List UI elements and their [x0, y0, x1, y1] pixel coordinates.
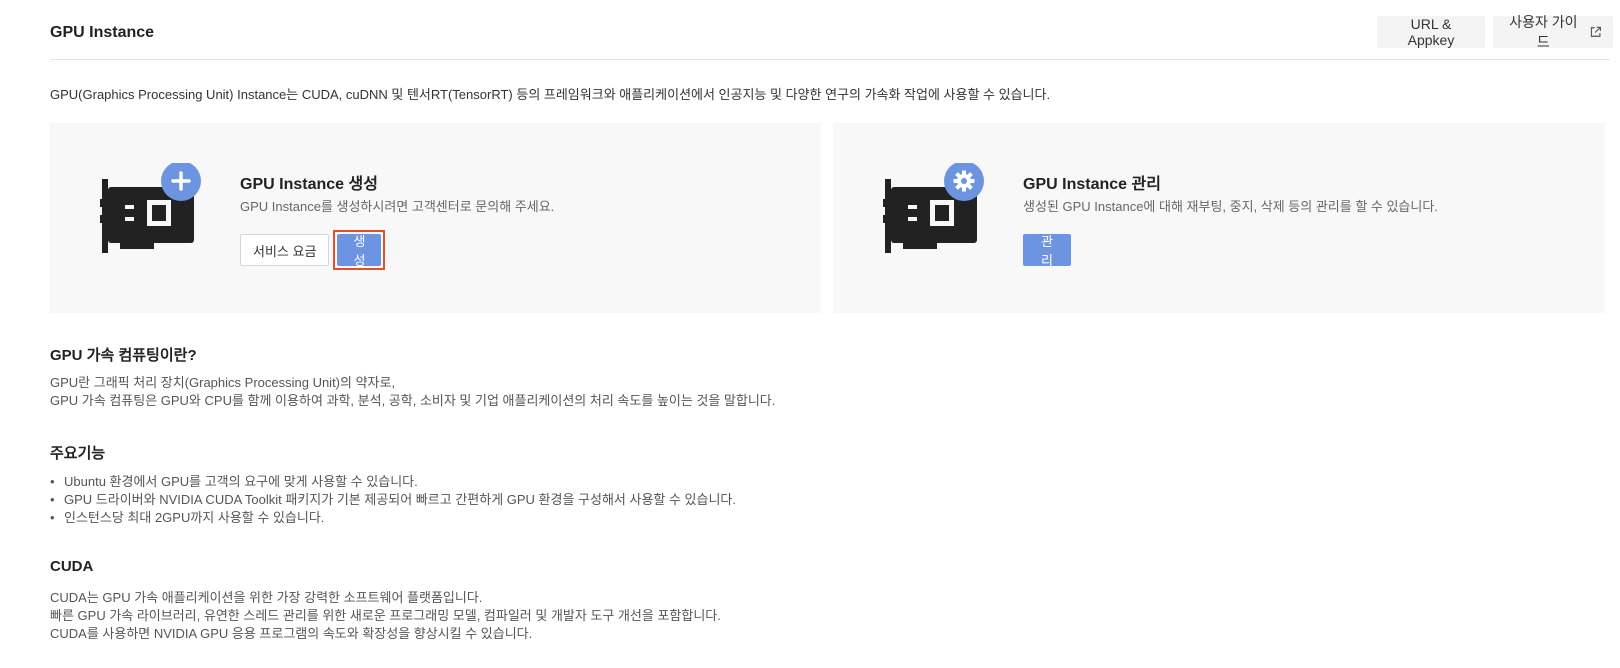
text-line: GPU란 그래픽 처리 장치(Graphics Processing Unit)…	[50, 375, 396, 390]
gpu-card-icon	[100, 163, 201, 253]
url-appkey-label: URL & Appkey	[1407, 16, 1455, 48]
section-text-gpu-computing: GPU란 그래픽 처리 장치(Graphics Processing Unit)…	[50, 374, 775, 410]
page-title: GPU Instance	[50, 24, 155, 41]
manage-card: GPU Instance 관리 생성된 GPU Instance에 대해 재부팅…	[833, 123, 1605, 313]
create-card-desc: GPU Instance를 생성하시려면 고객센터로 문의해 주세요.	[240, 199, 555, 214]
external-link-icon	[1590, 26, 1601, 37]
page-header: GPU Instance URL & Appkey 사용자 가이드	[50, 14, 1613, 60]
create-card-title: GPU Instance 생성	[240, 176, 378, 193]
section-text-cuda: CUDA는 GPU 가속 애플리케이션을 위한 가장 강력한 소프트웨어 플랫폼…	[50, 589, 721, 643]
list-item: Ubuntu 환경에서 GPU를 고객의 요구에 맞게 사용할 수 있습니다.	[50, 473, 736, 491]
user-guide-label: 사용자 가이드	[1509, 14, 1578, 50]
section-title-features: 주요기능	[50, 445, 106, 462]
list-item: 인스턴스당 최대 2GPU까지 사용할 수 있습니다.	[50, 509, 736, 527]
create-button[interactable]: 생성	[337, 234, 382, 268]
create-card-actions: 서비스 요금 생성	[240, 230, 386, 270]
manage-card-title: GPU Instance 관리	[1023, 176, 1161, 193]
url-appkey-button[interactable]: URL & Appkey	[1377, 16, 1485, 48]
text-line: CUDA는 GPU 가속 애플리케이션을 위한 가장 강력한 소프트웨어 플랫폼…	[50, 590, 483, 605]
manage-button[interactable]: 관리	[1023, 234, 1071, 268]
text-line: 빠른 GPU 가속 라이브러리, 유연한 스레드 관리를 위한 새로운 프로그래…	[50, 608, 721, 623]
section-title-gpu-computing: GPU 가속 컴퓨팅이란?	[50, 347, 197, 364]
gpu-instance-page: GPU Instance URL & Appkey 사용자 가이드 GPU(Gr…	[0, 0, 1620, 668]
manage-card-actions: 관리	[1023, 234, 1071, 268]
gear-icon	[953, 170, 975, 192]
create-button-highlight: 생성	[333, 230, 386, 270]
text-line: CUDA를 사용하면 NVIDIA GPU 응용 프로그램의 속도와 확장성을 …	[50, 626, 533, 641]
gpu-card-icon	[883, 163, 984, 253]
create-card: GPU Instance 생성 GPU Instance를 생성하시려면 고객센…	[50, 123, 821, 313]
manage-card-desc: 생성된 GPU Instance에 대해 재부팅, 중지, 삭제 등의 관리를 …	[1023, 199, 1438, 214]
text-line: GPU 가속 컴퓨팅은 GPU와 CPU를 함께 이용하여 과학, 분석, 공학…	[50, 393, 776, 408]
service-pricing-button[interactable]: 서비스 요금	[240, 234, 330, 266]
features-list: Ubuntu 환경에서 GPU를 고객의 요구에 맞게 사용할 수 있습니다. …	[50, 473, 736, 527]
list-item: GPU 드라이버와 NVIDIA CUDA Toolkit 패키지가 기본 제공…	[50, 491, 736, 509]
section-title-cuda: CUDA	[50, 558, 94, 575]
user-guide-button[interactable]: 사용자 가이드	[1493, 14, 1613, 50]
intro-text: GPU(Graphics Processing Unit) Instance는 …	[50, 87, 1051, 102]
